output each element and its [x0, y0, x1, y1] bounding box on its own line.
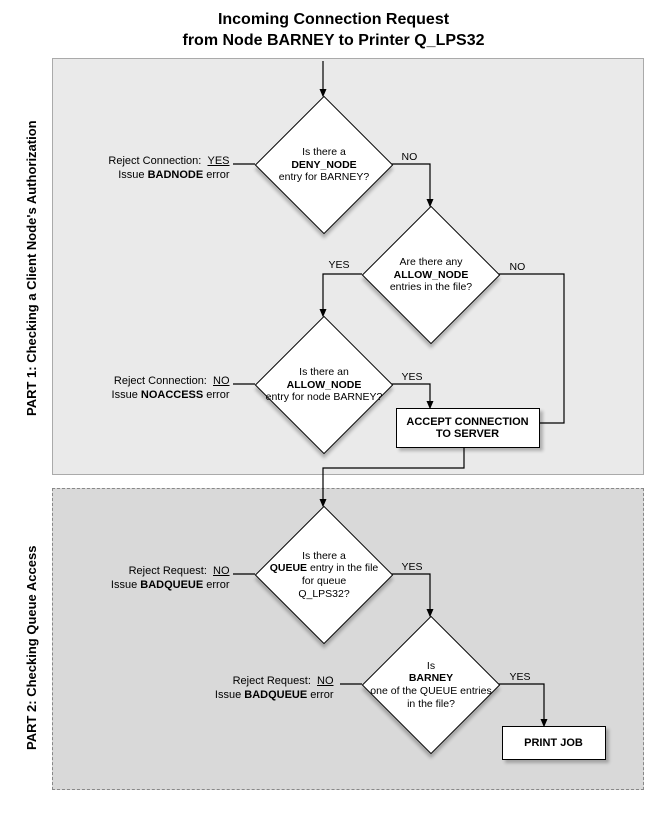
print-job-box: PRINT JOB [502, 726, 606, 760]
edge-label-yes: YES [402, 561, 423, 573]
decision-allow-node-barney: Is there anALLOW_NODEentry for node BARN… [254, 315, 393, 454]
edge-label-no: NO [510, 261, 526, 273]
edge-label-yes: YES [329, 259, 350, 271]
reject-badqueue1-text: Reject Request: NO Issue BADQUEUE error [102, 564, 230, 593]
accept-connection-box: ACCEPT CONNECTION TO SERVER [396, 408, 540, 448]
decision-barney-queue: IsBARNEYone of the QUEUE entries in the … [361, 615, 500, 754]
flowchart-container: PART 1: Checking a Client Node's Authori… [24, 58, 644, 798]
reject-noaccess-text: Reject Connection: NO Issue NOACCESS err… [102, 374, 230, 403]
edge-label-no: NO [402, 151, 418, 163]
reject-badqueue2-text: Reject Request: NO Issue BADQUEUE error [206, 674, 334, 703]
edge-label-yes: YES [510, 671, 531, 683]
part1-label: PART 1: Checking a Client Node's Authori… [24, 98, 46, 438]
edge-label-yes: YES [402, 371, 423, 383]
diagram-title: Incoming Connection Request from Node BA… [10, 10, 647, 52]
reject-badnode-text: Reject Connection: YES Issue BADNODE err… [102, 154, 230, 183]
part2-label: PART 2: Checking Queue Access [24, 518, 46, 778]
